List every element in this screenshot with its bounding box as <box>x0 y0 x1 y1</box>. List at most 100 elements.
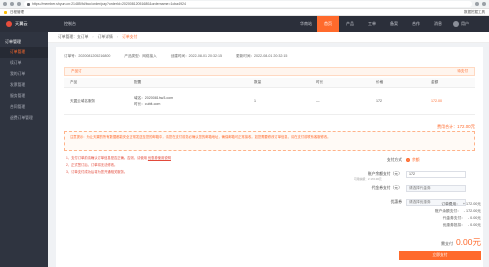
total-label: 费用合计： <box>437 124 458 129</box>
summary-value: - 0.00元 <box>467 216 481 220</box>
coupon-help-link[interactable]: 优惠券使用说明 <box>148 156 171 160</box>
payment-notes: 1、支付订单前请确认订单信息是否正确。否则，请使用 优惠券使用说明 2、正式签订… <box>66 155 171 176</box>
bookmark-item[interactable]: 日程管理 <box>10 10 24 15</box>
table-row: 天翼云域名服务 域名：2020081hw3.com 时长：cubit-com 1… <box>64 88 475 115</box>
nav-item-region[interactable]: 华南站 <box>295 16 317 32</box>
pay-method-row: 支付方式 余额 <box>346 153 476 167</box>
sidebar-item-contracts[interactable]: 合同管理 <box>0 102 48 113</box>
voucher-row: 代金券支付（元） <box>346 181 476 195</box>
nav-item-filing[interactable]: 备案 <box>383 16 405 32</box>
cell-amount: 172.00 <box>431 99 442 103</box>
summary-label: 账户余额支付： <box>434 209 461 213</box>
pay-method-label: 支付方式 <box>386 157 402 162</box>
summary-value: - 0.00元 <box>467 223 481 227</box>
sidebar-item-renewal[interactable]: 续订单 <box>0 58 48 69</box>
breadcrumb-item[interactable]: 订单详情 <box>98 35 113 40</box>
order-created: 创建时间：2022-08-01 20:32:15 <box>170 54 223 58</box>
summary-row: 订单费用： + 172.00元 <box>341 201 481 208</box>
order-product-type: 产品类型：网络接入 <box>124 54 157 58</box>
browser-toolbar: https://member.shyun.cn:21485/fd/bcc/ord… <box>0 0 489 9</box>
product-table: 产品 配置 数量 时长 价格 金额 天翼云域名服务 域名：2020081hw3.… <box>64 78 475 115</box>
voucher-label: 代金券支付（元） <box>371 185 402 190</box>
sidebar-head[interactable]: 订单管理 <box>0 36 48 47</box>
summary-value: - 172.00元 <box>463 209 481 213</box>
address-bar[interactable]: https://member.shyun.cn:21485/fd/bcc/ord… <box>24 1 472 7</box>
url-text: https://member.shyun.cn:21485/fd/bcc/ord… <box>32 2 186 6</box>
reload-icon[interactable] <box>17 2 21 6</box>
breadcrumb-current: 订单支付 <box>122 34 138 39</box>
table-header: 产品 配置 数量 时长 价格 金额 <box>64 78 475 88</box>
breadcrumb-separator: › <box>92 35 94 39</box>
radio-icon[interactable] <box>406 158 410 162</box>
column-header: 产品 <box>70 80 78 84</box>
column-header: 数量 <box>254 80 262 84</box>
note-text: 1、支付订单前请确认订单信息是否正确。否则，请使用 <box>66 156 147 160</box>
balance-label: 账户余额支付（元） <box>367 171 402 176</box>
nav-item-partners[interactable]: 合作 <box>405 16 427 32</box>
summary-value: + 172.00元 <box>462 202 481 206</box>
order-total: 费用合计：172.00元 <box>437 124 475 130</box>
sidebar-item-refunds[interactable]: 退费订单管理 <box>0 113 48 124</box>
order-status: 产品订 <box>71 69 82 73</box>
column-header: 时长 <box>316 80 324 84</box>
due-amount: 0.00元 <box>455 237 481 247</box>
sidebar-item-invoices[interactable]: 发票管理 <box>0 80 48 91</box>
logo[interactable]: 天翼云 <box>0 16 58 32</box>
note-line: 2、正式签订后，订单将无法修改。 <box>66 163 118 167</box>
summary-row: 代金券支付： - 0.00元 <box>341 215 481 222</box>
back-icon[interactable] <box>3 2 7 6</box>
cell-quantity: 1 <box>254 99 256 103</box>
note-line: 3、订单支付成功后将为您开通相关服务。 <box>66 170 128 174</box>
breadcrumb-item[interactable]: 订单管理：支订单 <box>58 35 88 40</box>
cell-duration: — <box>316 99 320 103</box>
amount-due: 需支付 0.00元 <box>441 236 481 248</box>
bookmarks-bar: 日程管理 数据挖掘工具 <box>0 9 489 16</box>
order-pay-panel: 订单号：2020081205216800 产品类型：网络接入 创建时间：2022… <box>56 47 483 267</box>
summary-row: 账户余额支付： - 172.00元 <box>341 208 481 215</box>
breadcrumb: 订单管理：支订单 › 订单详情 › 订单支付 <box>48 32 489 43</box>
nav-item-tickets[interactable]: 工单 <box>361 16 383 32</box>
logo-text: 天翼云 <box>15 21 28 26</box>
column-header: 金额 <box>431 80 439 84</box>
balance-input[interactable] <box>406 170 466 178</box>
order-status-bar: 产品订 待支付 <box>64 67 475 76</box>
due-label: 需支付 <box>440 241 453 246</box>
total-amount: 172.00元 <box>457 124 475 129</box>
sidebar-item-services[interactable]: 服务管理 <box>0 91 48 102</box>
breadcrumb-separator: › <box>116 35 119 39</box>
top-nav: 华南站 首页 产品 工单 备案 合作 消息 <box>295 16 449 32</box>
cell-product: 天翼云域名服务 <box>70 98 96 103</box>
forward-icon[interactable] <box>10 2 14 6</box>
order-status-right: 待支付 <box>457 69 468 73</box>
spec-line: 时长：cubit-com <box>134 102 161 106</box>
nav-item-products[interactable]: 产品 <box>339 16 361 32</box>
profile-icon[interactable] <box>482 2 486 6</box>
balance-row: 账户余额支付（元） 可用余额：¥ 172.00元 <box>346 167 476 181</box>
avatar <box>453 21 459 27</box>
sidebar-item-my-orders[interactable]: 我的订单 <box>0 69 48 80</box>
voucher-select[interactable] <box>406 184 466 192</box>
summary-label: 订单费用： <box>441 202 460 206</box>
user-menu[interactable]: 用户 <box>449 21 489 27</box>
console-link[interactable]: 控制台 <box>58 21 82 27</box>
pay-method-value: 余额 <box>412 157 420 162</box>
summary-label: 代金券支付： <box>442 216 465 220</box>
nav-item-messages[interactable]: 消息 <box>427 16 449 32</box>
extensions-icon[interactable] <box>475 2 479 6</box>
summary-label: 优惠券抵扣： <box>442 223 465 227</box>
cell-price: 172 <box>376 99 382 103</box>
pay-now-button[interactable]: 立即支付 <box>399 251 481 260</box>
notice-box: 注意提示：为让天翼的所有数据都能安全正常发送至您的邮箱中，请您在支付前务必确认您… <box>64 131 475 151</box>
nav-item-home[interactable]: 首页 <box>317 16 339 32</box>
bookmark-item-right[interactable]: 数据挖掘工具 <box>464 10 485 15</box>
order-updated: 更新时间：2022-08-01 20:32:15 <box>236 54 288 58</box>
pay-method-option[interactable]: 余额 <box>406 158 420 163</box>
sidebar: 订单管理 订单管理 续订单 我的订单 发票管理 服务管理 合同管理 退费订单管理 <box>0 32 48 267</box>
order-number: 订单号：2020081205216800 <box>64 54 111 58</box>
lock-icon <box>27 2 30 6</box>
note-line: 1、支付订单前请确认订单信息是否正确。否则，请使用 优惠券使用说明 <box>66 155 171 162</box>
sidebar-item-order-manage[interactable]: 订单管理 <box>0 47 48 58</box>
order-meta: 订单号：2020081205216800 产品类型：网络接入 创建时间：2022… <box>64 54 287 59</box>
logo-icon <box>6 21 12 27</box>
column-header: 配置 <box>134 80 142 84</box>
